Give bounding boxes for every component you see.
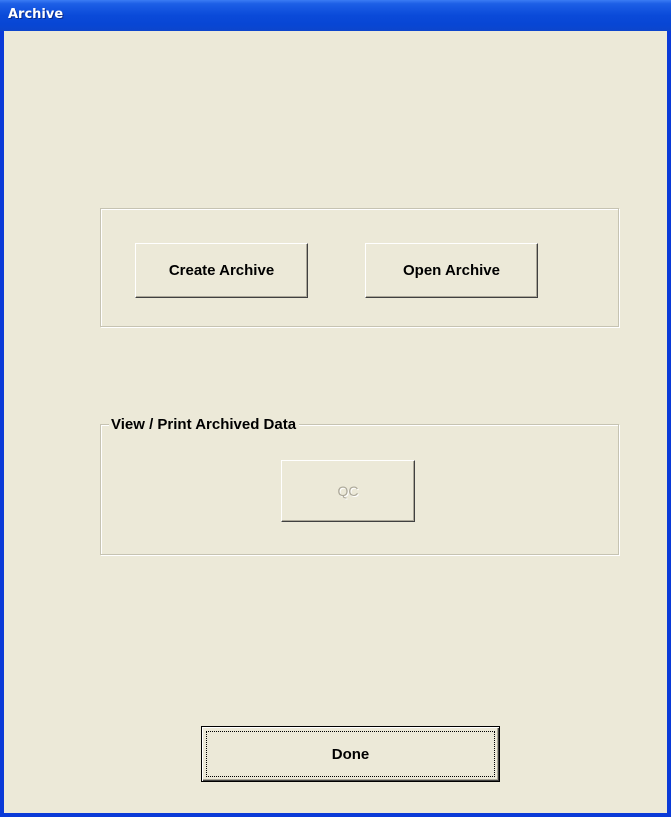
done-button[interactable]: Done: [201, 726, 500, 782]
view-print-group-legend: View / Print Archived Data: [109, 416, 300, 433]
done-label: Done: [331, 745, 370, 763]
qc-label: QC: [337, 483, 359, 499]
title-bar[interactable]: Archive: [0, 0, 671, 31]
window-title: Archive: [8, 7, 64, 22]
archive-window: Archive Create Archive Open Archive View…: [0, 0, 671, 817]
create-archive-label: Create Archive: [168, 262, 275, 279]
window-client-area: Create Archive Open Archive View / Print…: [4, 31, 667, 813]
create-archive-button[interactable]: Create Archive: [135, 243, 308, 298]
open-archive-button[interactable]: Open Archive: [365, 243, 538, 298]
open-archive-label: Open Archive: [403, 262, 500, 279]
qc-button[interactable]: QC: [281, 460, 415, 522]
